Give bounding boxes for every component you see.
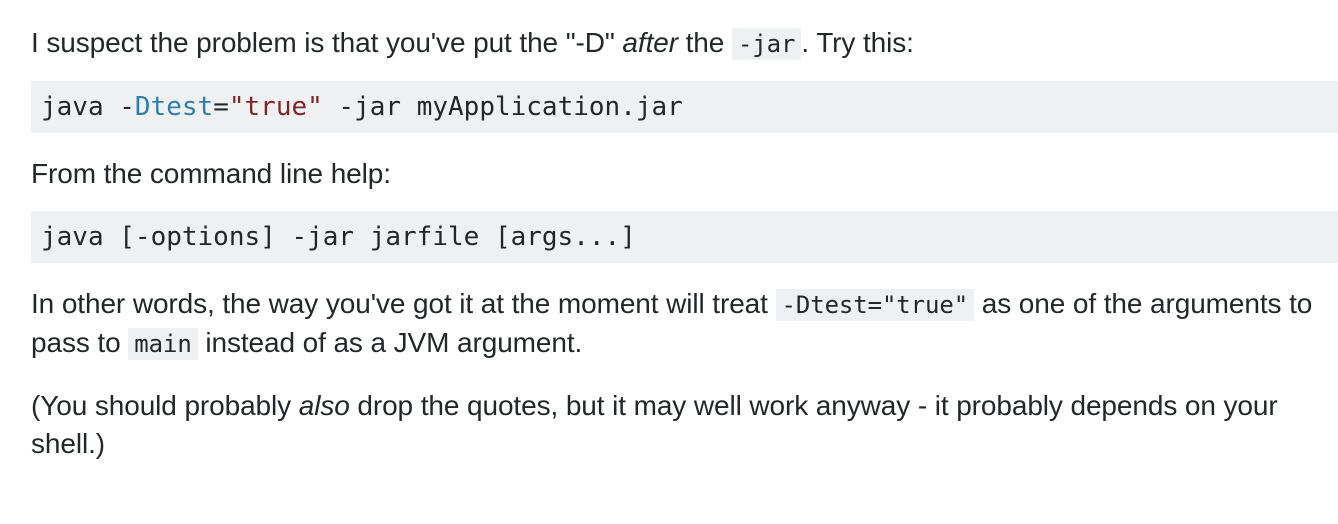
help-paragraph: From the command line help: bbox=[31, 158, 391, 189]
code-token: java - bbox=[41, 92, 135, 122]
code-token-attribute: Dtest bbox=[134, 92, 214, 122]
inline-code-jar: -jar bbox=[731, 28, 802, 60]
explanation-paragraph: In other words, the way you've got it at… bbox=[31, 285, 1338, 363]
explanation-text-start: In other words, the way you've got it at… bbox=[31, 288, 776, 319]
code-token: = bbox=[213, 92, 229, 122]
explanation-text-end: instead of as a JVM argument. bbox=[197, 327, 583, 358]
code-block-usage: java [-options] -jar jarfile [args...] bbox=[31, 211, 1338, 263]
intro-text-mid: the bbox=[677, 27, 732, 58]
inline-code-dtest: -Dtest="true" bbox=[775, 289, 975, 321]
note-text-start: (You should probably bbox=[31, 390, 299, 421]
inline-code-main: main bbox=[128, 328, 198, 360]
intro-emphasis: after bbox=[622, 27, 678, 58]
note-paragraph: (You should probably also drop the quote… bbox=[31, 387, 1338, 463]
intro-text-start: I suspect the problem is that you've put… bbox=[31, 27, 623, 58]
intro-text-end: . Try this: bbox=[801, 27, 914, 58]
code-token: -jar myApplication.jar bbox=[322, 92, 683, 122]
intro-paragraph: I suspect the problem is that you've put… bbox=[31, 24, 1338, 63]
code-block-command: java -Dtest="true" -jar myApplication.ja… bbox=[31, 81, 1338, 133]
answer-body: I suspect the problem is that you've put… bbox=[0, 0, 1338, 463]
code-token-string: "true" bbox=[228, 92, 323, 122]
note-emphasis: also bbox=[298, 390, 350, 421]
